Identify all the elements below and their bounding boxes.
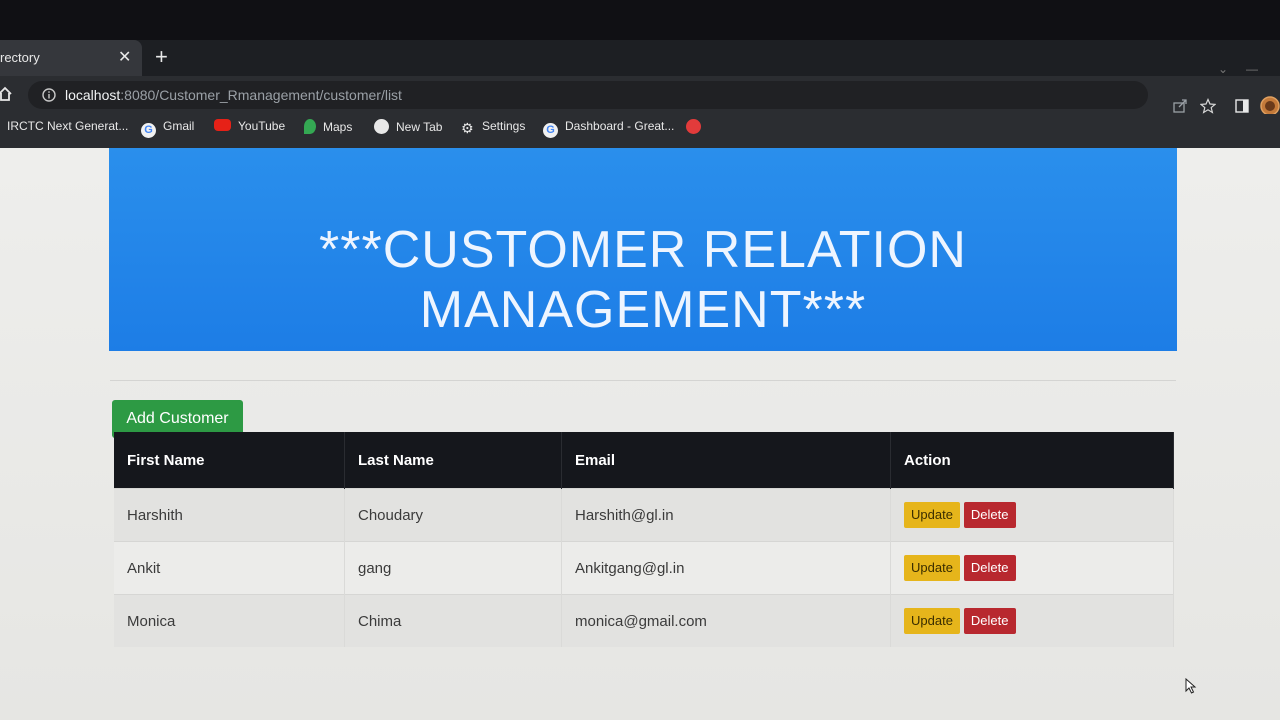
cell-actions: Update Delete [890,541,1174,595]
bookmark-settings[interactable]: ⚙ Settings [461,119,525,139]
cell-first-name: Monica [114,594,345,647]
globe-icon [374,119,389,134]
bookmark-label: YouTube [238,119,286,133]
tab-title: rectory [0,50,40,65]
header-banner: ***CUSTOMER RELATION MANAGEMENT*** [109,148,1177,351]
divider [110,380,1176,381]
mouse-cursor-icon [1185,678,1197,694]
youtube-icon [214,119,231,131]
tab-search-icon[interactable]: ⌄ [1218,62,1228,76]
table-header-row: First Name Last Name Email Action [114,432,1174,489]
bookmark-dashboard[interactable]: G Dashboard - Great... [543,119,674,139]
minimize-icon[interactable]: — [1246,62,1258,76]
cell-first-name: Ankit [114,541,345,595]
cell-email: Harshith@gl.in [561,488,891,542]
bookmark-youtube[interactable]: YouTube [214,119,285,139]
tab-close-icon[interactable]: ✕ [118,47,131,67]
update-button[interactable]: Update [904,555,960,581]
delete-button[interactable]: Delete [963,608,1016,634]
bookmark-maps[interactable]: Maps [304,119,352,139]
table-row: Harshith Choudary Harshith@gl.in Update D… [114,488,1174,542]
gear-icon: ⚙ [461,120,474,136]
bookmark-label: Dashboard - Great... [565,119,675,133]
bookmark-favicon-icon [686,119,701,134]
bookmark-irctc[interactable]: IRCTC Next Generat... [7,119,128,139]
google-icon: G [543,123,558,138]
bookmark-label: IRCTC Next Generat... [7,119,129,133]
update-button[interactable]: Update [904,608,960,634]
customer-table: First Name Last Name Email Action Harshi… [114,432,1174,647]
cell-first-name: Harshith [114,488,345,542]
update-button[interactable]: Update [904,502,960,528]
home-icon[interactable] [0,85,14,103]
cell-last-name: gang [344,541,562,595]
url-path: :8080/Customer_Rmanagement/customer/list [120,87,402,103]
profile-icon[interactable] [1260,96,1280,116]
maps-pin-icon [304,119,316,134]
cell-email: monica@gmail.com [561,594,891,647]
bookmark-label: Gmail [163,119,195,133]
bookmark-label: Maps [323,120,353,134]
bookmark-label: New Tab [396,120,443,134]
cell-last-name: Chima [344,594,562,647]
table-row: Ankit gang Ankitgang@gl.in Update Delete [114,541,1174,595]
screen-bezel [0,0,1280,40]
url-text[interactable]: localhost:8080/Customer_Rmanagement/cust… [65,87,402,103]
cell-actions: Update Delete [890,488,1174,542]
bookmark-gmail[interactable]: G Gmail [141,119,194,139]
table-row: Monica Chima monica@gmail.com Update Dele… [114,594,1174,647]
info-icon[interactable] [41,87,57,103]
column-header-last-name: Last Name [344,432,562,489]
column-header-action: Action [890,432,1174,489]
google-icon: G [141,123,156,138]
cell-email: Ankitgang@gl.in [561,541,891,595]
new-tab-button[interactable]: + [155,44,168,70]
share-icon[interactable] [1172,98,1188,114]
column-header-email: Email [561,432,891,489]
bookmark-label: Settings [482,119,526,133]
browser-tab[interactable]: rectory ✕ [0,40,142,76]
url-host: localhost [65,87,121,103]
tab-strip [0,40,1280,76]
bookmark-new-tab[interactable]: New Tab [374,119,442,139]
cell-last-name: Choudary [344,488,562,542]
delete-button[interactable]: Delete [963,555,1016,581]
column-header-first-name: First Name [114,432,345,489]
star-icon[interactable] [1200,98,1216,114]
sidebar-icon[interactable] [1234,98,1250,114]
bookmark-extra[interactable] [686,119,708,139]
page-title: ***CUSTOMER RELATION MANAGEMENT*** [319,221,967,339]
cell-actions: Update Delete [890,594,1174,647]
delete-button[interactable]: Delete [963,502,1016,528]
